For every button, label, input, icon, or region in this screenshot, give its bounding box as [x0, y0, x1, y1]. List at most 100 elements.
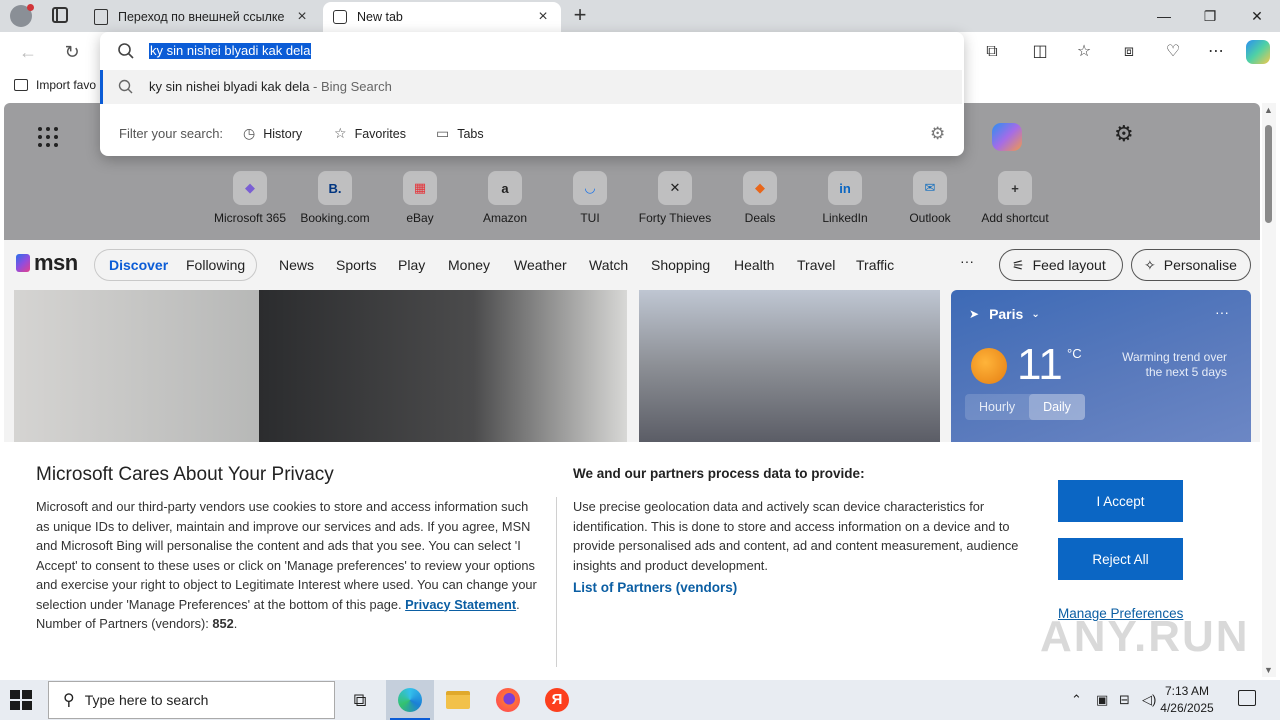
shortcut-icon: ✉ — [913, 171, 947, 205]
tab-following[interactable]: Following — [186, 257, 245, 273]
nav-shopping[interactable]: Shopping — [651, 257, 710, 273]
shortcut-amazon[interactable]: a Amazon — [462, 171, 548, 225]
filter-tabs[interactable]: ▭ Tabs — [436, 125, 484, 142]
search-icon — [118, 43, 134, 59]
star-icon: ☆ — [334, 125, 347, 141]
split-screen-icon[interactable]: ◫ — [1028, 40, 1052, 64]
maximize-button[interactable]: ❐ — [1187, 0, 1233, 32]
nav-money[interactable]: Money — [448, 257, 490, 273]
taskbar-firefox[interactable] — [484, 680, 532, 720]
shortcut-tui[interactable]: ◡ TUI — [547, 171, 633, 225]
news-card-xray[interactable] — [14, 290, 627, 442]
shortcut-label: Forty Thieves — [638, 211, 712, 225]
search-suggestion[interactable]: ky sin nishei blyadi kak dela - Bing Sea… — [100, 70, 962, 104]
accept-button[interactable]: I Accept — [1058, 480, 1183, 522]
nav-weather[interactable]: Weather — [514, 257, 567, 273]
start-button[interactable] — [10, 690, 32, 710]
task-view-button[interactable]: ⧉ — [336, 680, 384, 720]
nav-traffic[interactable]: Traffic — [856, 257, 894, 273]
tray-chevron-up-icon[interactable]: ⌃ — [1071, 692, 1082, 708]
scrollbar-thumb[interactable] — [1265, 125, 1272, 223]
refresh-button[interactable]: ↻ — [60, 40, 84, 64]
back-button[interactable]: ← — [16, 40, 40, 64]
weather-tab-hourly[interactable]: Hourly — [965, 394, 1029, 420]
shortcut-microsoft-365[interactable]: ◆ Microsoft 365 — [207, 171, 293, 225]
nav-sports[interactable]: Sports — [336, 257, 376, 273]
weather-unit[interactable]: °C — [1067, 346, 1082, 361]
app-launcher-icon[interactable] — [38, 127, 58, 147]
collections-icon[interactable]: ⧈ — [1117, 40, 1141, 64]
task-view-icon: ⧉ — [353, 689, 367, 710]
weather-location[interactable]: ➤ Paris ⌄ — [969, 306, 1040, 322]
taskbar-search[interactable]: ⚲ Type here to search — [48, 681, 335, 719]
nav-health[interactable]: Health — [734, 257, 774, 273]
copilot-icon[interactable] — [1246, 40, 1270, 64]
list-of-partners-link[interactable]: List of Partners (vendors) — [573, 580, 737, 595]
scroll-up-arrow-icon[interactable]: ▲ — [1264, 105, 1273, 115]
filter-history[interactable]: ◷ History — [243, 125, 302, 142]
taskbar-clock[interactable]: 7:13 AM 4/26/2025 — [1150, 683, 1224, 717]
tab-new-tab[interactable]: New tab × — [323, 2, 561, 32]
network-icon[interactable]: ⊟ — [1119, 692, 1130, 708]
address-input[interactable]: ky sin nishei blyadi kak dela — [149, 43, 312, 59]
notifications-icon[interactable] — [1238, 690, 1256, 706]
suggestion-text: ky sin nishei blyadi kak dela — [149, 79, 310, 94]
page-scrollbar[interactable]: ▲ ▼ — [1262, 103, 1276, 677]
weather-card[interactable]: ➤ Paris ⌄ ··· 11 °C Warming trend over t… — [951, 290, 1251, 442]
privacy-statement-link[interactable]: Privacy Statement — [405, 597, 516, 612]
tab-actions-icon[interactable] — [52, 7, 68, 23]
weather-more-icon[interactable]: ··· — [1215, 304, 1229, 320]
tab-close-icon[interactable]: × — [294, 8, 310, 26]
extensions-icon[interactable]: ⧉ — [980, 40, 1004, 64]
weather-tab-daily[interactable]: Daily — [1029, 394, 1085, 420]
nav-travel[interactable]: Travel — [797, 257, 835, 273]
taskbar-file-explorer[interactable] — [434, 680, 482, 720]
shortcut-deals[interactable]: ◆ Deals — [717, 171, 803, 225]
close-button[interactable]: ✕ — [1234, 0, 1280, 32]
filter-favorites[interactable]: ☆ Favorites — [334, 125, 406, 142]
profile-avatar[interactable] — [10, 4, 34, 27]
news-card-hospital[interactable] — [639, 290, 940, 442]
shortcut-icon: in — [828, 171, 862, 205]
taskbar-edge[interactable] — [386, 680, 434, 720]
minimize-button[interactable]: — — [1141, 0, 1187, 32]
more-menu-icon[interactable]: ⋯ — [1204, 40, 1228, 64]
nav-play[interactable]: Play — [398, 257, 425, 273]
reject-all-button[interactable]: Reject All — [1058, 538, 1183, 580]
msn-header: msn Discover Following News Sports Play Mon… — [4, 240, 1260, 290]
msn-logo[interactable]: msn — [16, 250, 78, 276]
tab-close-icon[interactable]: × — [535, 8, 551, 26]
shortcut-icon: ◆ — [233, 171, 267, 205]
taskbar-yandex[interactable]: Я — [533, 680, 581, 720]
nav-watch[interactable]: Watch — [589, 257, 628, 273]
address-bar[interactable]: ky sin nishei blyadi kak dela — [100, 32, 964, 70]
privacy-title: Microsoft Cares About Your Privacy — [36, 464, 334, 485]
feed-layout-button[interactable]: ⚟ Feed layout — [999, 249, 1123, 281]
weather-trend[interactable]: Warming trend over the next 5 days — [1111, 350, 1227, 380]
import-favorites-item[interactable]: Import favo — [14, 78, 96, 92]
tab-discover[interactable]: Discover — [109, 257, 168, 273]
scroll-down-arrow-icon[interactable]: ▼ — [1264, 665, 1273, 675]
clock-time: 7:13 AM — [1164, 684, 1210, 698]
shortcut-linkedin[interactable]: in LinkedIn — [802, 171, 888, 225]
page-settings-icon[interactable]: ⚙ — [1114, 121, 1134, 147]
tray-device-icon[interactable]: ▣ — [1096, 692, 1108, 708]
shortcut-forty-thieves[interactable]: ✕ Forty Thieves — [632, 171, 718, 225]
nav-news[interactable]: News — [279, 257, 314, 273]
shortcut-icon: B. — [318, 171, 352, 205]
browser-essentials-icon[interactable]: ♡ — [1161, 40, 1185, 64]
shortcut-ebay[interactable]: ▦ eBay — [377, 171, 463, 225]
shortcut-outlook[interactable]: ✉ Outlook — [887, 171, 973, 225]
search-settings-icon[interactable]: ⚙ — [930, 124, 945, 144]
tab-external-link[interactable]: Переход по внешней ссылке × — [84, 2, 320, 32]
favorites-star-icon[interactable]: ☆ — [1072, 40, 1096, 64]
clock-date: 4/26/2025 — [1160, 701, 1214, 715]
personalise-button[interactable]: ✧ Personalise — [1131, 249, 1251, 281]
new-tab-button[interactable]: + — [568, 4, 592, 28]
shortcut-add-shortcut[interactable]: + Add shortcut — [972, 171, 1058, 225]
nav-more-icon[interactable]: ··· — [960, 253, 974, 269]
sliders-icon: ⚟ — [1012, 256, 1025, 273]
ntp-copilot-icon[interactable] — [992, 123, 1022, 151]
shortcut-booking-com[interactable]: B. Booking.com — [292, 171, 378, 225]
shortcut-label: eBay — [406, 211, 434, 225]
